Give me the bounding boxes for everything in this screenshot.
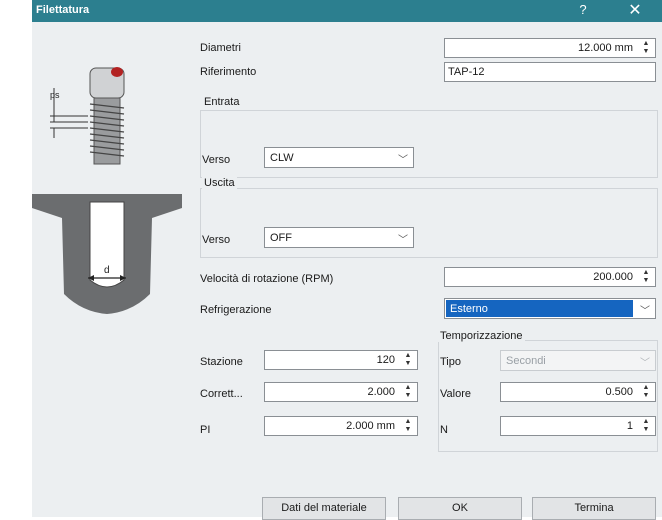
tipo-select[interactable]: Secondi ﹀: [500, 350, 656, 371]
valore-label: Valore: [440, 388, 471, 400]
diametri-field[interactable]: 12.000 mm ▲ ▼: [444, 38, 656, 58]
correttore-label: Corrett...: [200, 388, 243, 400]
uscita-verso-label: Verso: [202, 234, 231, 246]
filettatura-dialog: Filettatura ? ✕ ps d Diametri 12.000 mm …: [32, 0, 662, 520]
window-title: Filettatura: [36, 4, 90, 16]
thread-illustration: ps d: [32, 67, 182, 314]
refrigerazione-select[interactable]: Esterno ﹀: [444, 298, 656, 319]
n-field[interactable]: 1 ▲ ▼: [500, 416, 656, 436]
pi-label: PI: [200, 424, 211, 436]
temporizzazione-title: Temporizzazione: [438, 330, 525, 342]
velocita-spinner[interactable]: ▲ ▼: [640, 269, 652, 285]
entrata-verso-value: CLW: [270, 152, 294, 164]
correttore-field[interactable]: 2.000 ▲ ▼: [264, 382, 418, 402]
pi-field[interactable]: 2.000 mm ▲ ▼: [264, 416, 418, 436]
n-value: 1: [626, 420, 633, 432]
pi-spinner[interactable]: ▲ ▼: [402, 418, 414, 434]
n-spinner[interactable]: ▲ ▼: [640, 418, 652, 434]
valore-field[interactable]: 0.500 ▲ ▼: [500, 382, 656, 402]
help-button[interactable]: ?: [576, 2, 590, 17]
d-label: d: [104, 265, 110, 276]
valore-value: 0.500: [605, 386, 633, 398]
entrata-verso-label: Verso: [202, 154, 231, 166]
chevron-down-icon: ﹀: [398, 235, 408, 246]
uscita-title: Uscita: [202, 177, 237, 189]
refrigerazione-value: Esterno: [450, 303, 488, 315]
title-bar: Filettatura ? ✕: [32, 0, 662, 22]
uscita-verso-value: OFF: [270, 232, 292, 244]
diametri-label: Diametri: [200, 42, 241, 54]
entrata-title: Entrata: [202, 96, 242, 108]
pi-value: 2.000 mm: [346, 420, 395, 432]
threaded-hole-icon: [32, 194, 182, 314]
entrata-verso-select[interactable]: CLW ﹀: [264, 147, 414, 168]
uscita-verso-select[interactable]: OFF ﹀: [264, 227, 414, 248]
n-label: N: [440, 424, 448, 436]
correttore-value: 2.000: [367, 386, 395, 398]
chevron-down-icon: ﹀: [640, 358, 650, 369]
diametri-value: 12.000 mm: [577, 42, 633, 54]
riferimento-label: Riferimento: [200, 66, 257, 78]
correttore-spinner[interactable]: ▲ ▼: [402, 384, 414, 400]
refrigerazione-label: Refrigerazione: [200, 304, 272, 316]
chevron-down-icon: ﹀: [398, 155, 408, 166]
stazione-spinner[interactable]: ▲ ▼: [402, 352, 414, 368]
stazione-label: Stazione: [200, 356, 243, 368]
diametri-spinner[interactable]: ▲ ▼: [640, 40, 652, 56]
riferimento-field[interactable]: TAP-12: [444, 62, 656, 82]
riferimento-value: TAP-12: [448, 66, 485, 78]
ps-label: ps: [50, 90, 60, 100]
velocita-label: Velocità di rotazione (RPM): [200, 273, 334, 285]
velocita-field[interactable]: 200.000 ▲ ▼: [444, 267, 656, 287]
chevron-down-icon: ﹀: [640, 306, 650, 317]
stazione-field[interactable]: 120 ▲ ▼: [264, 350, 418, 370]
velocita-value: 200.000: [593, 271, 633, 283]
valore-spinner[interactable]: ▲ ▼: [640, 384, 652, 400]
close-button[interactable]: ✕: [626, 0, 644, 20]
stazione-value: 120: [376, 354, 395, 366]
tap-icon: [50, 67, 125, 165]
tipo-value: Secondi: [506, 355, 546, 367]
tipo-label: Tipo: [440, 356, 461, 368]
